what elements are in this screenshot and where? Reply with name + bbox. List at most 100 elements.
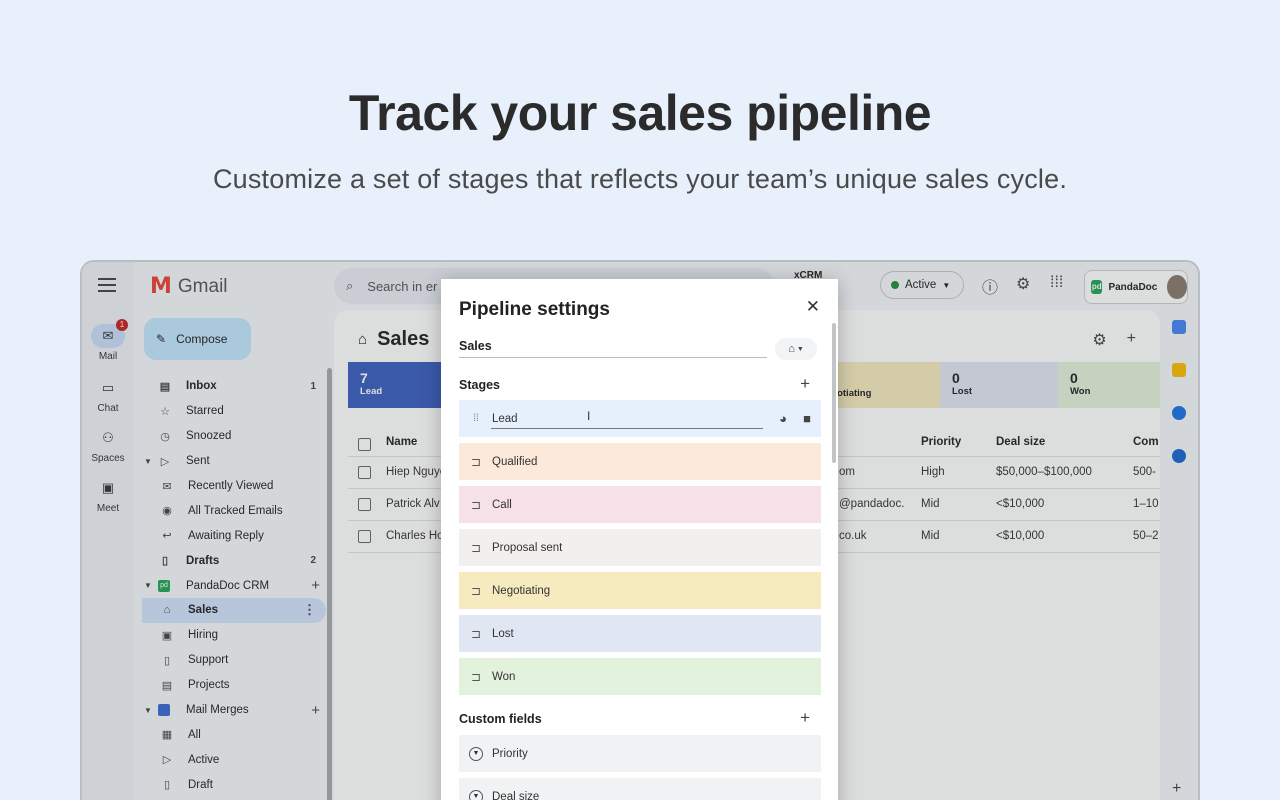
stage-card-lead[interactable]: 7 Lead — [348, 362, 448, 408]
status-dropdown[interactable]: Active ▼ — [880, 271, 964, 299]
add-merge-icon[interactable]: + — [311, 702, 320, 719]
row-checkbox[interactable] — [358, 466, 371, 479]
stage-row[interactable]: ⊐ Proposal sent — [459, 529, 821, 566]
add-field-icon[interactable]: + — [800, 708, 810, 728]
caret-down-icon[interactable]: ▼ — [144, 706, 152, 715]
menu-icon[interactable] — [98, 278, 116, 292]
keep-icon[interactable] — [1172, 363, 1186, 377]
add-stage-icon[interactable]: + — [800, 374, 810, 394]
rail-item-meet[interactable]: ▣ Meet — [82, 476, 134, 514]
nav-item-snoozed[interactable]: ◷ Snoozed — [142, 424, 326, 449]
pandadoc-account-button[interactable]: pd PandaDoc — [1084, 270, 1188, 304]
tag-icon: ⌂ — [163, 604, 171, 617]
gear-icon[interactable]: ⚙ — [1092, 330, 1106, 350]
drag-handle-icon[interactable]: ⁞⁞ — [469, 413, 483, 424]
contacts-icon[interactable] — [1172, 449, 1186, 463]
nav-item-sales[interactable]: ⌂ Sales ⋮ — [142, 598, 326, 623]
stage-row[interactable]: ⊐ Call — [459, 486, 821, 523]
nav-item-pandadoc-crm[interactable]: ▼ pd PandaDoc CRM + — [142, 573, 326, 598]
palette-icon[interactable]: ◕ — [779, 411, 787, 426]
cell-deal-size[interactable]: <$10,000 — [996, 530, 1044, 542]
column-header-company[interactable]: Com — [1133, 436, 1159, 448]
nav-item-draft[interactable]: ▯ Draft — [142, 772, 326, 797]
compose-button[interactable]: ✎ Compose — [144, 318, 251, 360]
cell-priority[interactable]: Mid — [921, 498, 940, 510]
nav-item-drafts[interactable]: ▯ Drafts 2 — [142, 548, 326, 573]
trash-icon[interactable]: ■ — [803, 411, 811, 426]
cell-priority[interactable]: Mid — [921, 530, 940, 542]
field-label: Deal size — [492, 790, 540, 800]
stage-row[interactable]: ⊐ Qualified — [459, 443, 821, 480]
help-icon[interactable]: ⓘ — [982, 274, 998, 298]
nav-label: Recently Viewed — [188, 480, 274, 492]
avatar[interactable] — [1167, 275, 1187, 299]
stage-name-input[interactable]: Lead — [492, 413, 518, 425]
stage-row[interactable]: ⊐ Won — [459, 658, 821, 695]
nav-label: Snoozed — [186, 430, 232, 443]
cell-company[interactable]: 1–10 — [1133, 498, 1159, 510]
nav-item-inbox[interactable]: ▤ Inbox 1 — [142, 374, 326, 399]
apps-grid-icon[interactable]: ⁞⁞⁞ — [1050, 274, 1063, 292]
nav-item-mail-merges[interactable]: ▼ Mail Merges + — [142, 698, 326, 723]
nav-item-projects[interactable]: ▤ Projects — [142, 673, 326, 698]
cell-priority[interactable]: High — [921, 466, 945, 478]
stage-row[interactable]: ⊐ Lost — [459, 615, 821, 652]
draft-icon: ▯ — [163, 779, 171, 792]
side-panel-apps — [1166, 320, 1192, 492]
tasks-icon[interactable] — [1172, 406, 1186, 420]
rail-item-spaces[interactable]: ⚇ Spaces — [82, 426, 134, 464]
stage-row-lead[interactable]: ⁞⁞ Lead I ◕ ■ — [459, 400, 821, 437]
nav-item-active[interactable]: ▷ Active — [142, 747, 326, 772]
select-all-checkbox[interactable] — [358, 438, 371, 451]
add-pipeline-icon[interactable]: + — [311, 577, 320, 594]
chevron-down-icon: ▼ — [796, 345, 804, 353]
add-icon[interactable]: + — [1127, 330, 1136, 350]
caret-down-icon[interactable]: ▼ — [144, 457, 152, 466]
search-placeholder: Search in er — [367, 278, 438, 294]
custom-field-row[interactable]: ▼ Deal size — [459, 778, 821, 800]
close-icon[interactable]: ✕ — [806, 297, 820, 317]
dialog-scrollbar[interactable] — [832, 323, 836, 463]
sidebar-scrollbar[interactable] — [327, 368, 332, 800]
stage-card-lost[interactable]: 0 Lost — [940, 362, 1058, 408]
stage-card-won[interactable]: 0 Won — [1058, 362, 1160, 408]
stage-row[interactable]: ⊐ Negotiating — [459, 572, 821, 609]
custom-field-row[interactable]: ▼ Priority — [459, 735, 821, 772]
nav-item-awaiting-reply[interactable]: ↩ Awaiting Reply — [142, 523, 326, 548]
column-header-priority[interactable]: Priority — [921, 436, 961, 448]
cell-company[interactable]: 50–2 — [1133, 530, 1159, 542]
column-header-deal-size[interactable]: Deal size — [996, 436, 1045, 448]
column-header-name[interactable]: Name — [386, 436, 417, 448]
tag-color-button[interactable]: ⌂ ▼ — [775, 338, 817, 360]
nav-item-support[interactable]: ▯ Support — [142, 648, 326, 673]
calendar-icon[interactable] — [1172, 320, 1186, 334]
cell-deal-size[interactable]: $50,000–$100,000 — [996, 466, 1092, 478]
pipeline-name-input[interactable]: Sales — [459, 339, 767, 358]
nav-label: PandaDoc CRM — [186, 579, 270, 592]
cell-email[interactable]: om — [839, 466, 855, 478]
row-checkbox[interactable] — [358, 530, 371, 543]
nav-item-hiring[interactable]: ▣ Hiring — [142, 623, 326, 648]
gear-icon[interactable]: ⚙ — [1016, 274, 1030, 294]
nav-item-starred[interactable]: ☆ Starred — [142, 399, 326, 424]
gmail-logo[interactable]: M Gmail — [150, 274, 228, 299]
cell-deal-size[interactable]: <$10,000 — [996, 498, 1044, 510]
cell-name[interactable]: Charles Ho — [386, 530, 444, 542]
cell-email[interactable]: @pandadoc. — [839, 498, 904, 510]
nav-item-recently-viewed[interactable]: ✉ Recently Viewed — [142, 474, 326, 499]
compose-label: Compose — [176, 332, 228, 346]
nav-item-all[interactable]: ▦ All — [142, 722, 326, 747]
more-vert-icon[interactable]: ⋮ — [303, 602, 316, 618]
cell-name[interactable]: Hiep Nguye — [386, 466, 446, 478]
add-addon-icon[interactable]: + — [1172, 780, 1181, 798]
cell-email[interactable]: co.uk — [839, 530, 867, 542]
nav-item-sent[interactable]: ▼ ▷ Sent — [142, 449, 326, 474]
cell-company[interactable]: 500- — [1133, 466, 1156, 478]
caret-down-icon[interactable]: ▼ — [144, 581, 152, 590]
reply-icon: ↩ — [162, 530, 172, 543]
rail-item-mail[interactable]: ✉ 1 Mail — [82, 319, 134, 362]
row-checkbox[interactable] — [358, 498, 371, 511]
cell-name[interactable]: Patrick Alv — [386, 498, 440, 510]
nav-item-all-tracked[interactable]: ◉ All Tracked Emails — [142, 498, 326, 523]
rail-item-chat[interactable]: ▭ Chat — [82, 376, 134, 414]
